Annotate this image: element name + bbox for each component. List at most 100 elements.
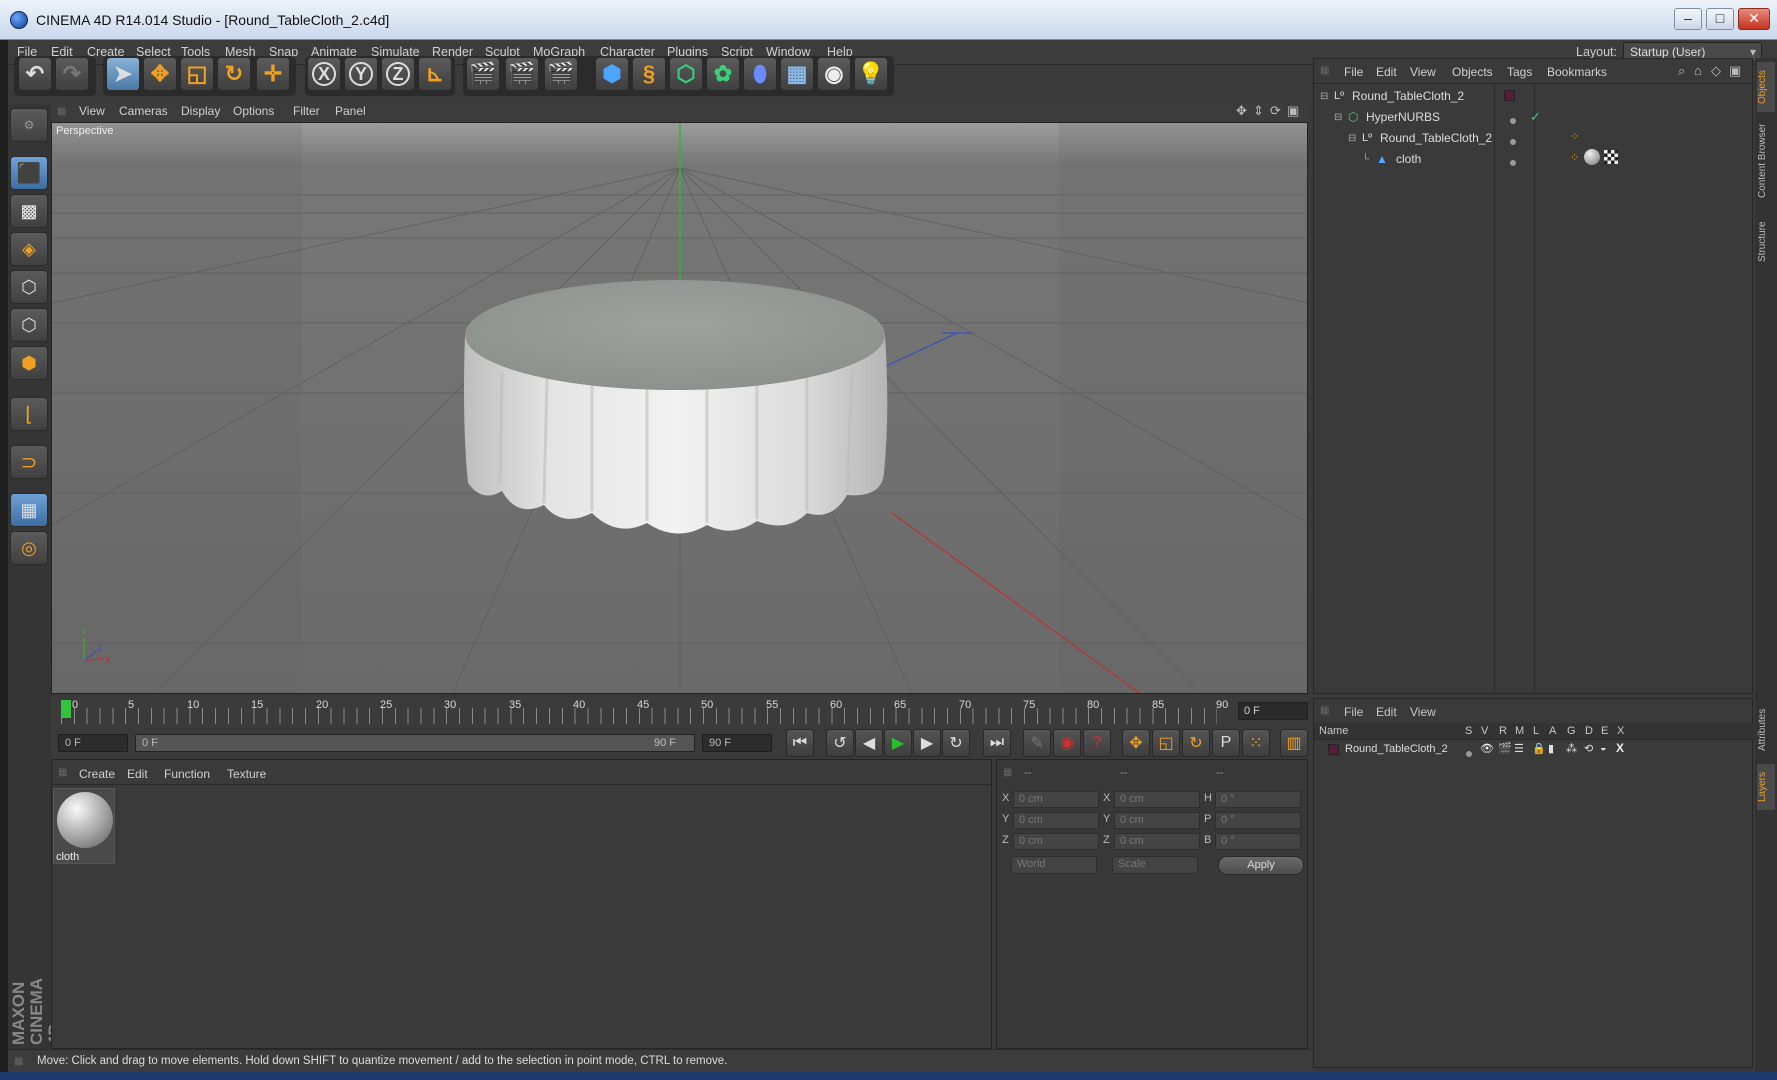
search-icon[interactable]: ⌕: [1678, 63, 1685, 79]
layers-menu-file[interactable]: File: [1344, 705, 1363, 719]
xref-icon[interactable]: X: [1616, 741, 1624, 755]
size-z-field[interactable]: 0 cm: [1114, 833, 1200, 850]
end-frame-field[interactable]: 90 F: [702, 734, 772, 752]
texture-mode-icon[interactable]: ▩: [10, 194, 48, 228]
go-to-end-icon[interactable]: ⏭: [983, 729, 1011, 757]
viewport-pan-icon[interactable]: ✥: [1236, 103, 1247, 119]
perspective-viewport[interactable]: Y X Z Perspective: [51, 122, 1308, 694]
render-view-icon[interactable]: 🎬: [466, 57, 500, 91]
model-mode-icon[interactable]: ⬛: [10, 156, 48, 190]
manager-icon[interactable]: ☰: [1514, 742, 1524, 755]
material-menu-edit[interactable]: Edit: [127, 767, 148, 781]
previous-key-icon[interactable]: ↺: [826, 729, 854, 757]
lock-icon[interactable]: 🔒: [1532, 742, 1546, 755]
viewport-zoom-icon[interactable]: ⇕: [1253, 103, 1264, 119]
objects-menu-objects[interactable]: Objects: [1452, 65, 1493, 79]
axis-mode-icon[interactable]: ⌊: [10, 397, 48, 431]
redo-icon[interactable]: ↷: [55, 57, 89, 91]
visibility-dot[interactable]: [1510, 113, 1516, 127]
objects-menu-edit[interactable]: Edit: [1376, 65, 1397, 79]
home-icon[interactable]: ⌂: [1694, 63, 1702, 78]
key-parameter-icon[interactable]: P: [1212, 729, 1240, 757]
visibility-dot[interactable]: [1510, 155, 1516, 169]
coordinate-system-icon[interactable]: ⊾: [418, 57, 452, 91]
preview-range-slider[interactable]: 0 F 90 F: [135, 734, 695, 752]
object-row-tablecloth[interactable]: ⊟ Lº Round_TableCloth_2 ⁘: [1348, 128, 1579, 148]
pos-y-field[interactable]: 0 cm: [1013, 812, 1099, 829]
material-swatch-cloth[interactable]: cloth: [53, 788, 115, 864]
rotate-icon[interactable]: ↻: [217, 57, 251, 91]
recent-tool-icon[interactable]: ✛: [256, 57, 290, 91]
visibility-dot[interactable]: [1510, 134, 1516, 148]
viewport-menu-filter[interactable]: Filter: [293, 104, 320, 118]
filter-icon[interactable]: ◇: [1711, 63, 1721, 79]
viewport-menu-cameras[interactable]: Cameras: [119, 104, 168, 118]
viewport-menu-panel[interactable]: Panel: [335, 104, 366, 118]
pos-z-field[interactable]: 0 cm: [1013, 833, 1099, 850]
collapse-icon[interactable]: ⊟: [1334, 112, 1348, 123]
objects-menu-view[interactable]: View: [1410, 65, 1436, 79]
tab-attributes[interactable]: Attributes: [1757, 700, 1775, 760]
workplane-mode-icon[interactable]: ◈: [10, 232, 48, 266]
render-picture-viewer-icon[interactable]: 🎬: [505, 57, 539, 91]
scale-icon[interactable]: ◱: [180, 57, 214, 91]
material-menu-texture[interactable]: Texture: [227, 767, 266, 781]
rot-p-field[interactable]: 0 °: [1215, 812, 1301, 829]
animation-icon[interactable]: ▮: [1548, 742, 1554, 755]
make-editable-icon[interactable]: ⚙: [10, 108, 48, 142]
tag-icon[interactable]: ⁘: [1570, 130, 1579, 143]
select-cursor-icon[interactable]: ➤: [106, 57, 140, 91]
axis-z-lock-button[interactable]: Z: [381, 57, 415, 91]
coordinate-mode-dropdown[interactable]: Scale: [1112, 856, 1198, 874]
layer-color-chip[interactable]: [1504, 90, 1515, 101]
snap-magnet-icon[interactable]: ⊃: [10, 445, 48, 479]
size-y-field[interactable]: 0 cm: [1114, 812, 1200, 829]
tab-layers[interactable]: Layers: [1757, 764, 1775, 810]
tag-icon[interactable]: ⁘: [1570, 151, 1579, 164]
expressions-icon[interactable]: ◒: [1600, 742, 1607, 754]
collapse-icon[interactable]: ⊟: [1320, 91, 1334, 102]
cube-primitive-icon[interactable]: ⬢: [595, 57, 629, 91]
move-icon[interactable]: ✥: [143, 57, 177, 91]
objects-menu-file[interactable]: File: [1344, 65, 1363, 79]
key-rotation-icon[interactable]: ↻: [1182, 729, 1210, 757]
polygons-mode-icon[interactable]: ⬢: [10, 346, 48, 380]
rot-h-field[interactable]: 0 °: [1215, 791, 1301, 808]
edges-mode-icon[interactable]: ⬡: [10, 308, 48, 342]
objects-menu-bookmarks[interactable]: Bookmarks: [1547, 65, 1607, 79]
axis-y-lock-button[interactable]: Y: [344, 57, 378, 91]
axis-x-lock-button[interactable]: X: [307, 57, 341, 91]
camera-icon[interactable]: ◉: [817, 57, 851, 91]
collapse-icon[interactable]: ⊟: [1348, 133, 1362, 144]
light-icon[interactable]: 💡: [854, 57, 888, 91]
tab-content-browser[interactable]: Content Browser: [1757, 116, 1775, 206]
object-row-cloth[interactable]: └ ▲ cloth ⁘: [1362, 149, 1618, 169]
timeline-window-icon[interactable]: ▥: [1280, 729, 1308, 757]
autokey-icon[interactable]: ◉: [1053, 729, 1081, 757]
render-settings-icon[interactable]: 🎬: [544, 57, 578, 91]
key-scale-icon[interactable]: ◱: [1152, 729, 1180, 757]
objects-menu-tags[interactable]: Tags: [1507, 65, 1532, 79]
maximize-button[interactable]: □: [1706, 8, 1734, 30]
object-row-hypernurbs[interactable]: ⊟ ⬡ HyperNURBS ✓: [1334, 107, 1541, 127]
next-key-icon[interactable]: ↻: [942, 729, 970, 757]
layers-menu-edit[interactable]: Edit: [1376, 705, 1397, 719]
size-x-field[interactable]: 0 cm: [1114, 791, 1200, 808]
spline-icon[interactable]: §: [632, 57, 666, 91]
close-button[interactable]: ✕: [1738, 8, 1770, 30]
keyframe-selection-icon[interactable]: ?: [1083, 729, 1111, 757]
enabled-check-icon[interactable]: ✓: [1530, 109, 1541, 125]
new-panel-icon[interactable]: ▣: [1729, 63, 1741, 79]
generators-icon[interactable]: ⁂: [1566, 742, 1577, 755]
record-keys-disabled-icon[interactable]: ✎: [1023, 729, 1051, 757]
uvw-tag-icon[interactable]: [1604, 150, 1618, 164]
key-pla-icon[interactable]: ⁙: [1242, 729, 1270, 757]
tab-structure[interactable]: Structure: [1757, 212, 1775, 272]
render-icon[interactable]: 🎬: [1498, 742, 1512, 755]
soft-selection-icon[interactable]: ◎: [10, 531, 48, 565]
viewport-maximize-icon[interactable]: ▣: [1287, 103, 1299, 119]
undo-icon[interactable]: ↶: [18, 57, 52, 91]
timeline-playhead[interactable]: [61, 700, 71, 718]
rot-b-field[interactable]: 0 °: [1215, 833, 1301, 850]
pos-x-field[interactable]: 0 cm: [1013, 791, 1099, 808]
